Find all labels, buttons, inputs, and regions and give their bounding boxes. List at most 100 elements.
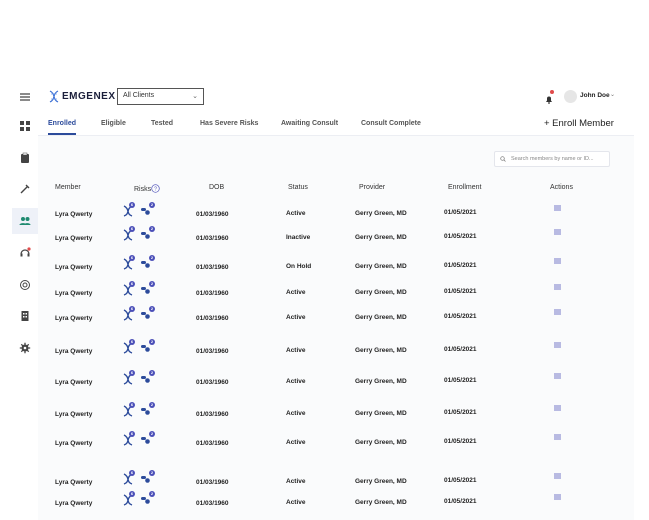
risk-icons: 6 2 (122, 370, 158, 387)
column-header-dob: DOB (209, 184, 225, 191)
table-row[interactable]: Lyra Qwerty 6 2 01/03/1960 Active Gerry … (38, 306, 634, 335)
dob-value: 01/03/1960 (196, 479, 229, 486)
actions-menu-icon[interactable] (554, 434, 561, 440)
dashboard-icon[interactable] (12, 113, 38, 139)
gear-icon[interactable] (12, 335, 38, 361)
client-select[interactable]: All Clients ⌄ (117, 88, 204, 105)
actions-menu-icon[interactable] (554, 494, 561, 500)
status-value: Active (286, 478, 306, 485)
actions-menu-icon[interactable] (554, 342, 561, 348)
risk-icons: 6 2 (122, 470, 158, 487)
actions-menu-icon[interactable] (554, 258, 561, 264)
enrollment-value: 01/05/2021 (444, 409, 477, 416)
dob-value: 01/03/1960 (196, 440, 229, 447)
main-content: EMGENEX All Clients ⌄ John Doe ⌄ Enrolle… (38, 82, 634, 520)
table-row[interactable]: Lyra Qwerty 6 2 01/03/1960 Active Gerry … (38, 402, 634, 431)
notification-dot (550, 90, 554, 94)
actions-menu-icon[interactable] (554, 405, 561, 411)
provider-value: Gerry Green, MD (355, 347, 407, 354)
tab-consult-complete[interactable]: Consult Complete (361, 120, 421, 127)
enroll-member-button[interactable]: + Enroll Member (544, 118, 614, 129)
user-name[interactable]: John Doe (580, 92, 610, 99)
dna-risk-count-badge: 6 (129, 226, 135, 232)
actions-menu-icon[interactable] (554, 473, 561, 479)
pill-risk-count-badge: 2 (149, 281, 155, 287)
member-name[interactable]: Lyra Qwerty (55, 440, 92, 447)
actions-menu-icon[interactable] (554, 229, 561, 235)
risk-icons: 6 2 (122, 202, 158, 219)
member-name[interactable]: Lyra Qwerty (55, 315, 92, 322)
column-header-risks-label: Risks (134, 186, 152, 193)
table-row[interactable]: Lyra Qwerty 6 2 01/03/1960 Inactive Gerr… (38, 226, 634, 255)
dna-risk-count-badge: 6 (129, 255, 135, 261)
headset-icon[interactable] (12, 240, 38, 266)
actions-menu-icon[interactable] (554, 373, 561, 379)
dna-risk-count-badge: 6 (129, 491, 135, 497)
svg-text:?: ? (154, 186, 157, 192)
member-name[interactable]: Lyra Qwerty (55, 211, 92, 218)
member-name[interactable]: Lyra Qwerty (55, 379, 92, 386)
status-value: Active (286, 439, 306, 446)
user-menu-chevron-icon[interactable]: ⌄ (610, 91, 615, 98)
pill-risk-count-badge: 2 (149, 370, 155, 376)
menu-icon[interactable] (12, 84, 38, 110)
dob-value: 01/03/1960 (196, 500, 229, 507)
column-header-enrollment: Enrollment (448, 184, 482, 191)
tab-eligible[interactable]: Eligible (101, 120, 126, 127)
tab-bar: Enrolled Eligible Tested Has Severe Risk… (38, 112, 634, 136)
status-value: Active (286, 289, 306, 296)
members-icon[interactable] (12, 208, 38, 234)
member-name[interactable]: Lyra Qwerty (55, 348, 92, 355)
table-row[interactable]: Lyra Qwerty 6 2 01/03/1960 On Hold Gerry… (38, 255, 634, 284)
dob-value: 01/03/1960 (196, 315, 229, 322)
status-value: Active (286, 378, 306, 385)
actions-menu-icon[interactable] (554, 205, 561, 211)
provider-value: Gerry Green, MD (355, 314, 407, 321)
sidebar (12, 82, 38, 520)
tab-tested[interactable]: Tested (151, 120, 173, 127)
table-row[interactable]: Lyra Qwerty 6 2 01/03/1960 Active Gerry … (38, 339, 634, 368)
provider-value: Gerry Green, MD (355, 439, 407, 446)
pill-risk-count-badge: 2 (149, 402, 155, 408)
table-row[interactable]: Lyra Qwerty 6 2 01/03/1960 Active Gerry … (38, 491, 634, 520)
member-name[interactable]: Lyra Qwerty (55, 479, 92, 486)
target-icon[interactable] (12, 272, 38, 298)
search-input[interactable]: Search members by name or ID... (494, 151, 610, 167)
app-frame: EMGENEX All Clients ⌄ John Doe ⌄ Enrolle… (0, 82, 649, 520)
member-name[interactable]: Lyra Qwerty (55, 500, 92, 507)
tab-has-severe-risks[interactable]: Has Severe Risks (200, 120, 258, 127)
pill-risk-count-badge: 2 (149, 306, 155, 312)
table-row[interactable]: Lyra Qwerty 6 2 01/03/1960 Active Gerry … (38, 370, 634, 399)
risk-icons: 6 2 (122, 226, 158, 243)
pill-risk-count-badge: 2 (149, 255, 155, 261)
column-header-risks: Risks? (134, 184, 160, 193)
building-icon[interactable] (12, 303, 38, 329)
member-name[interactable]: Lyra Qwerty (55, 235, 92, 242)
tab-awaiting-consult[interactable]: Awaiting Consult (281, 120, 338, 127)
risk-icons: 6 2 (122, 255, 158, 272)
dna-risk-count-badge: 6 (129, 202, 135, 208)
actions-menu-icon[interactable] (554, 284, 561, 290)
column-header-provider: Provider (359, 184, 386, 191)
tab-enrolled[interactable]: Enrolled (48, 120, 76, 127)
dna-risk-count-badge: 6 (129, 306, 135, 312)
dna-risk-count-badge: 6 (129, 370, 135, 376)
pill-risk-count-badge: 2 (149, 470, 155, 476)
enrollment-value: 01/05/2021 (444, 233, 477, 240)
dob-value: 01/03/1960 (196, 290, 229, 297)
dna-risk-count-badge: 6 (129, 281, 135, 287)
member-name[interactable]: Lyra Qwerty (55, 411, 92, 418)
avatar[interactable] (564, 90, 577, 103)
status-value: On Hold (286, 263, 312, 270)
member-name[interactable]: Lyra Qwerty (55, 290, 92, 297)
syringe-icon[interactable] (12, 176, 38, 202)
risk-icons: 6 2 (122, 491, 158, 508)
table-row[interactable]: Lyra Qwerty 6 2 01/03/1960 Active Gerry … (38, 431, 634, 460)
clipboard-icon[interactable] (12, 145, 38, 171)
notification-bell-icon[interactable] (545, 90, 554, 109)
provider-value: Gerry Green, MD (355, 289, 407, 296)
status-value: Inactive (286, 234, 311, 241)
actions-menu-icon[interactable] (554, 309, 561, 315)
member-name[interactable]: Lyra Qwerty (55, 264, 92, 271)
help-icon[interactable]: ? (151, 184, 160, 193)
